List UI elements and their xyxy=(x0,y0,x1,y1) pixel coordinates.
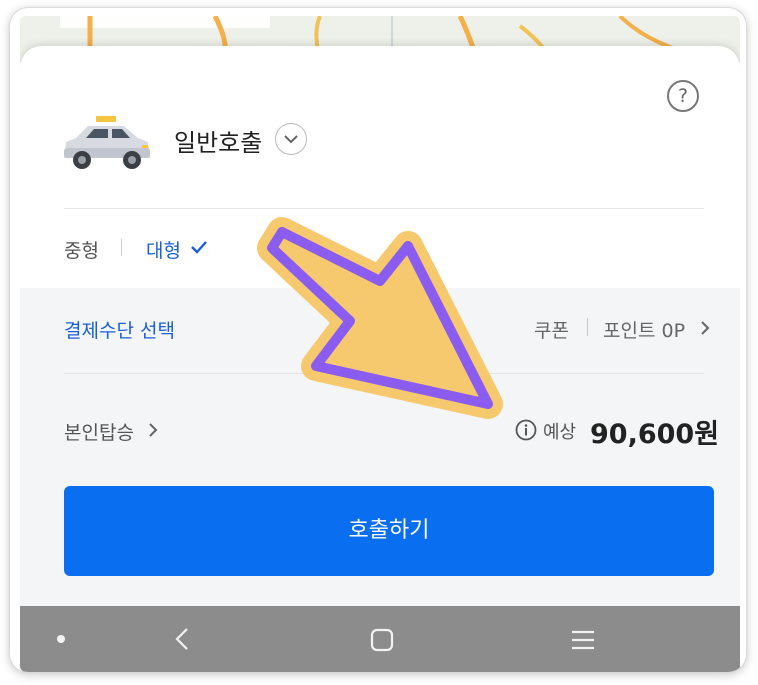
divider xyxy=(64,373,704,374)
separator xyxy=(121,239,122,256)
app-screen: ? 일반호출 중형 대형 결제수단 선택 쿠폰 포인트 0P 본인탑승 예상 9… xyxy=(20,16,740,672)
taxi-car-image xyxy=(64,116,150,169)
check-icon xyxy=(191,241,207,254)
home-icon[interactable] xyxy=(370,628,394,652)
chevron-down-icon[interactable] xyxy=(275,123,307,155)
size-option-large[interactable]: 대형 xyxy=(146,236,181,263)
payment-method-select[interactable]: 결제수단 선택 xyxy=(64,316,175,343)
point-link[interactable]: 포인트 0P xyxy=(603,316,685,343)
size-option-medium[interactable]: 중형 xyxy=(64,236,99,263)
separator xyxy=(587,318,588,336)
info-icon[interactable] xyxy=(515,419,537,441)
system-navbar xyxy=(20,606,740,672)
divider xyxy=(64,208,704,209)
estimate-label: 예상 xyxy=(543,422,577,443)
self-boarding-link[interactable]: 본인탑승 xyxy=(64,418,134,445)
coupon-link[interactable]: 쿠폰 xyxy=(534,316,569,343)
dot-icon[interactable] xyxy=(56,634,66,644)
call-type-label[interactable]: 일반호출 xyxy=(174,123,262,158)
estimate-price: 90,600원 xyxy=(590,419,720,450)
call-button[interactable]: 호출하기 xyxy=(64,486,714,576)
chevron-right-icon[interactable] xyxy=(148,422,158,438)
menu-icon[interactable] xyxy=(570,627,596,653)
help-circle-icon[interactable]: ? xyxy=(667,80,699,112)
device-frame: ? 일반호출 중형 대형 결제수단 선택 쿠폰 포인트 0P 본인탑승 예상 9… xyxy=(10,8,746,672)
back-icon[interactable] xyxy=(170,626,196,652)
chevron-right-icon[interactable] xyxy=(700,320,710,336)
